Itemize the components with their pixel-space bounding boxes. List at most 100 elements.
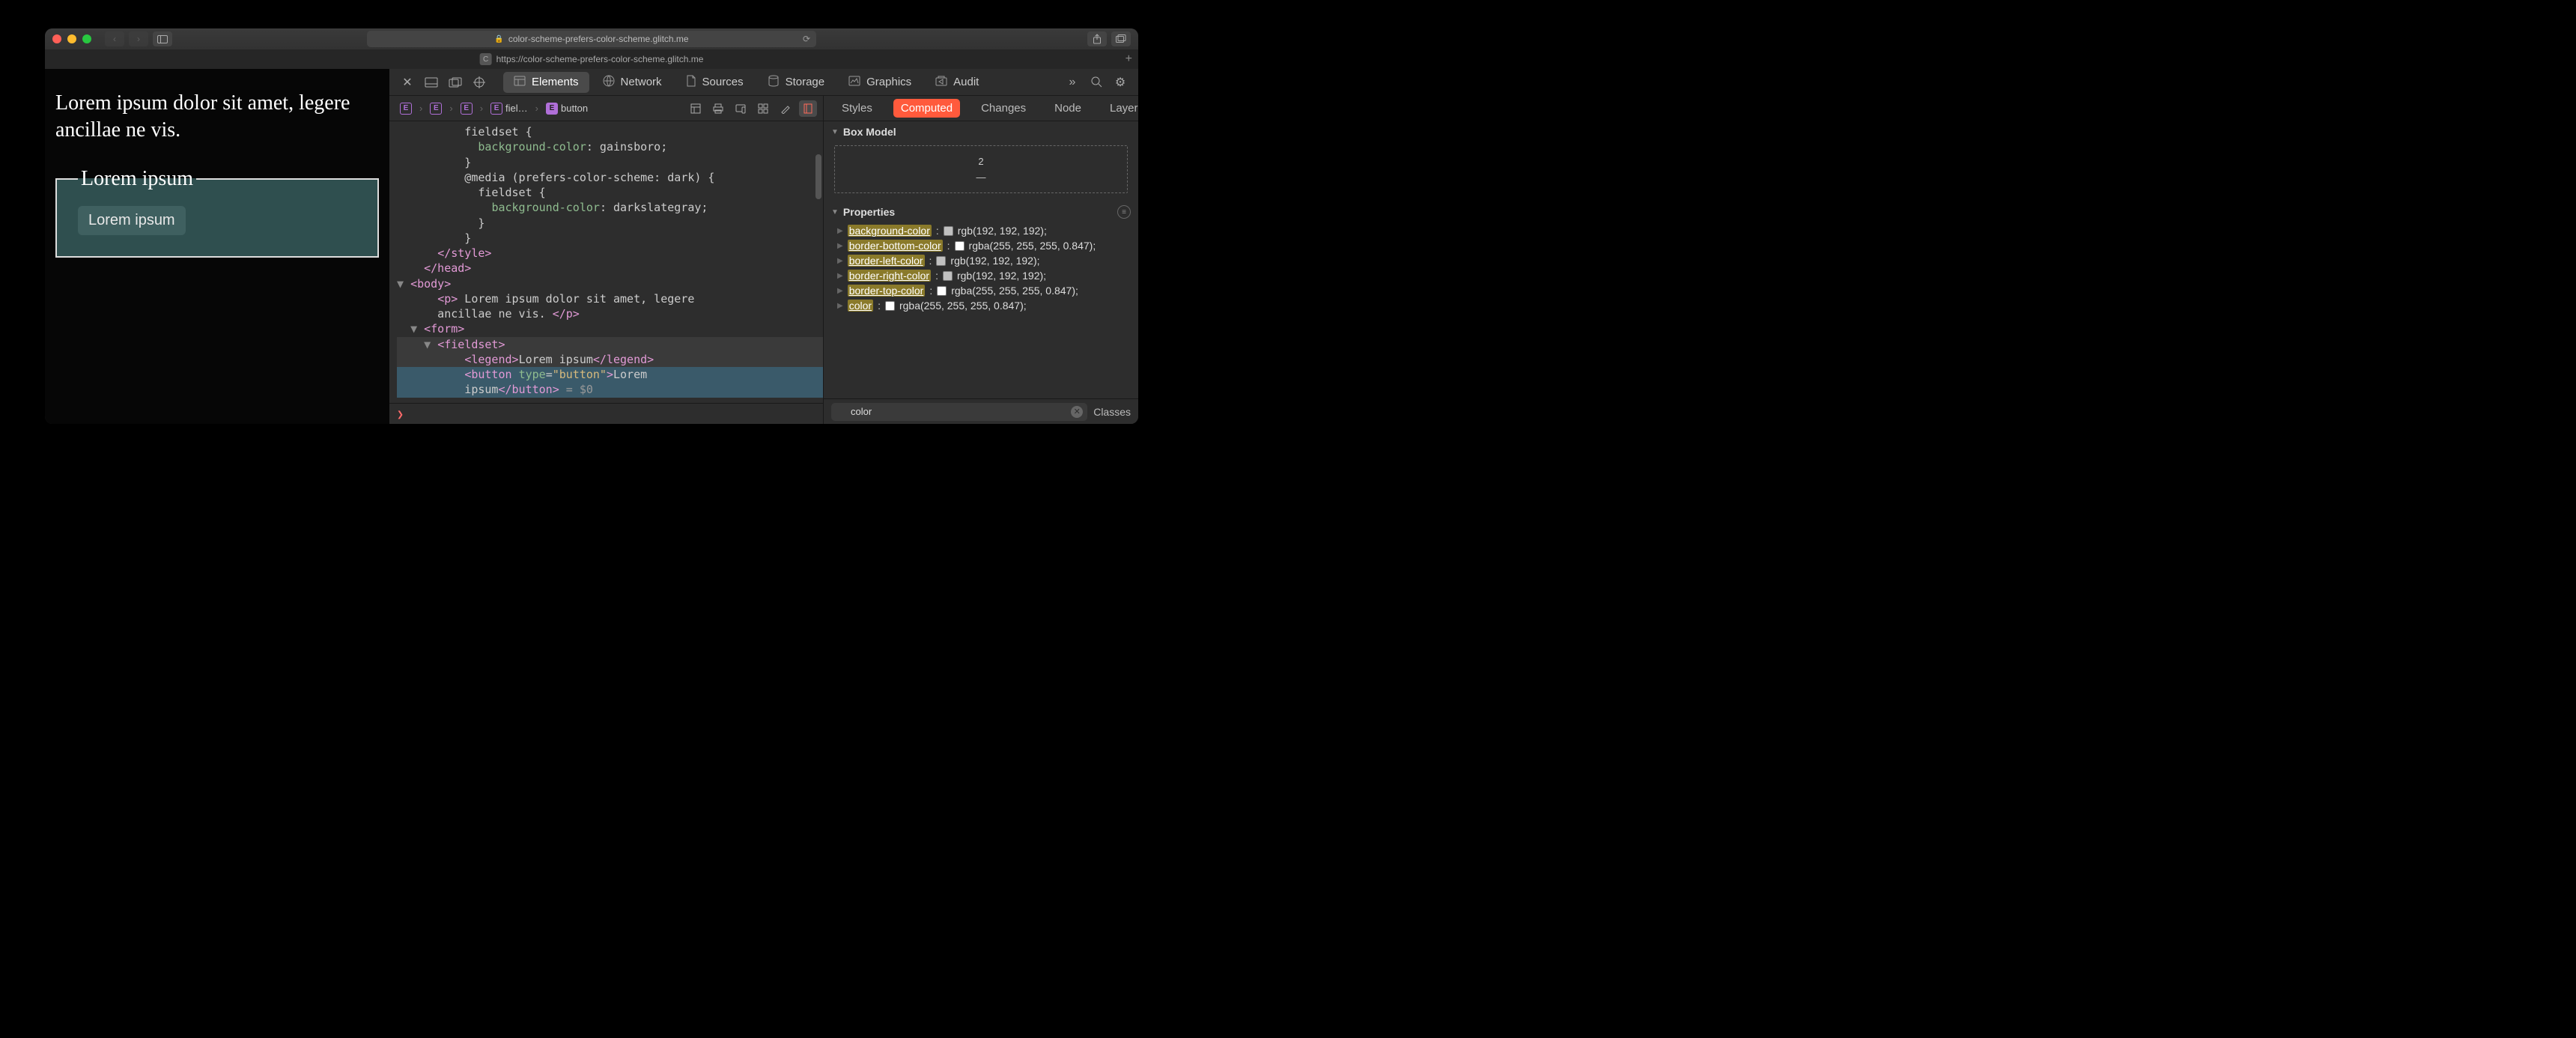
computed-property[interactable]: ▶border-right-color: rgb(192, 192, 192); bbox=[824, 268, 1138, 283]
computed-property[interactable]: ▶color: rgba(255, 255, 255, 0.847); bbox=[824, 298, 1138, 313]
tabs-button[interactable] bbox=[1111, 31, 1131, 46]
dom-line[interactable]: fieldset { bbox=[397, 124, 823, 139]
box-model-diagram[interactable]: 2 — bbox=[834, 145, 1128, 193]
devtools-tab-graphics[interactable]: Graphics bbox=[838, 72, 922, 93]
dom-line[interactable]: ancillae ne vis. </p> bbox=[397, 306, 823, 321]
dom-line[interactable]: ipsum</button> = $0 bbox=[397, 382, 823, 397]
audit-icon bbox=[935, 76, 947, 89]
page-fieldset: Lorem ipsum Lorem ipsum bbox=[55, 167, 379, 258]
dom-line[interactable]: fieldset { bbox=[397, 185, 823, 200]
sidebar-tab-styles[interactable]: Styles bbox=[834, 99, 880, 118]
filter-icon[interactable]: ≡ bbox=[1117, 205, 1131, 219]
element-badge: E bbox=[400, 103, 412, 115]
reload-button[interactable]: ⟳ bbox=[803, 34, 810, 44]
sidebar-tab-changes[interactable]: Changes bbox=[973, 99, 1033, 118]
devtools-tab-sources[interactable]: Sources bbox=[675, 72, 754, 93]
url-text: color-scheme-prefers-color-scheme.glitch… bbox=[508, 34, 689, 44]
dock-popout-icon[interactable] bbox=[445, 73, 466, 92]
computed-property[interactable]: ▶border-left-color: rgb(192, 192, 192); bbox=[824, 253, 1138, 268]
color-swatch[interactable] bbox=[955, 241, 965, 251]
titlebar: ‹ › 🔒 color-scheme-prefers-color-scheme.… bbox=[45, 28, 1138, 49]
dom-line[interactable]: ▼ <form> bbox=[397, 321, 823, 336]
sidebar-tab-node[interactable]: Node bbox=[1047, 99, 1089, 118]
share-button[interactable] bbox=[1087, 31, 1107, 46]
dom-line[interactable]: } bbox=[397, 216, 823, 231]
device-icon[interactable] bbox=[732, 100, 750, 117]
dom-line[interactable]: background-color: darkslategray; bbox=[397, 200, 823, 215]
paint-icon[interactable] bbox=[777, 100, 795, 117]
breadcrumb-item[interactable]: Ebutton bbox=[541, 101, 592, 116]
dom-line[interactable]: background-color: gainsboro; bbox=[397, 139, 823, 154]
dom-line[interactable]: <p> Lorem ipsum dolor sit amet, legere bbox=[397, 291, 823, 306]
devtools-tab-storage[interactable]: Storage bbox=[757, 72, 836, 93]
dom-line[interactable]: @media (prefers-color-scheme: dark) { bbox=[397, 170, 823, 185]
close-devtools-button[interactable]: ✕ bbox=[397, 73, 418, 92]
print-icon[interactable] bbox=[709, 100, 727, 117]
computed-property[interactable]: ▶border-bottom-color: rgba(255, 255, 255… bbox=[824, 238, 1138, 253]
breadcrumb-item[interactable]: Efiel… bbox=[486, 101, 532, 116]
dom-line[interactable]: </style> bbox=[397, 246, 823, 261]
lock-icon: 🔒 bbox=[494, 35, 503, 43]
computed-property[interactable]: ▶border-top-color: rgba(255, 255, 255, 0… bbox=[824, 283, 1138, 298]
classes-toggle[interactable]: Classes bbox=[1093, 406, 1131, 418]
page-button[interactable]: Lorem ipsum bbox=[78, 206, 186, 235]
tab-title[interactable]: https://color-scheme-prefers-color-schem… bbox=[496, 54, 704, 64]
dom-line[interactable]: } bbox=[397, 231, 823, 246]
address-bar[interactable]: 🔒 color-scheme-prefers-color-scheme.glit… bbox=[367, 31, 816, 47]
layout-tree-icon[interactable] bbox=[687, 100, 705, 117]
computed-property[interactable]: ▶background-color: rgb(192, 192, 192); bbox=[824, 223, 1138, 238]
filter-input[interactable] bbox=[831, 403, 1087, 421]
devtools-tabs: ElementsNetworkSourcesStorageGraphicsAud… bbox=[503, 72, 989, 93]
dom-line[interactable]: } bbox=[397, 155, 823, 170]
devtools-tab-audit[interactable]: Audit bbox=[925, 72, 989, 93]
devtools-tab-network[interactable]: Network bbox=[592, 72, 672, 93]
grid-icon[interactable] bbox=[754, 100, 772, 117]
elements-panel: E›E›E›Efiel…›Ebutton fieldset bbox=[389, 96, 824, 424]
dom-line[interactable]: ▼ <fieldset> bbox=[397, 337, 823, 352]
box-model-section[interactable]: ▼ Box Model bbox=[824, 121, 1138, 142]
search-icon[interactable] bbox=[1086, 73, 1107, 92]
color-swatch[interactable] bbox=[943, 271, 953, 281]
sidebar-tab-computed[interactable]: Computed bbox=[893, 99, 960, 118]
sidebar-toggle-button[interactable] bbox=[153, 31, 172, 46]
breadcrumb-item[interactable]: E bbox=[425, 101, 446, 116]
dom-tree[interactable]: fieldset { background-color: gainsboro; … bbox=[389, 121, 823, 403]
devtools: ✕ ElementsNetworkSourcesStorageGraphicsA… bbox=[389, 69, 1138, 424]
settings-gear-icon[interactable]: ⚙ bbox=[1110, 73, 1131, 92]
dom-line[interactable]: <button type="button">Lorem bbox=[397, 367, 823, 382]
dom-line[interactable]: <legend>Lorem ipsum</legend> bbox=[397, 352, 823, 367]
devtools-toolbar: ✕ ElementsNetworkSourcesStorageGraphicsA… bbox=[389, 69, 1138, 96]
dom-line[interactable]: </head> bbox=[397, 261, 823, 276]
forward-button[interactable]: › bbox=[129, 31, 148, 46]
scrollbar[interactable] bbox=[815, 154, 821, 199]
dom-line[interactable]: ▼ <body> bbox=[397, 276, 823, 291]
sources-icon bbox=[686, 75, 696, 90]
close-window-button[interactable] bbox=[52, 34, 61, 43]
property-value: rgba(255, 255, 255, 0.847); bbox=[951, 285, 1078, 297]
dock-bottom-icon[interactable] bbox=[421, 73, 442, 92]
zoom-window-button[interactable] bbox=[82, 34, 91, 43]
element-picker-icon[interactable] bbox=[469, 73, 490, 92]
compositing-icon[interactable] bbox=[799, 100, 817, 117]
overflow-icon[interactable]: » bbox=[1062, 73, 1083, 92]
disclosure-triangle-icon: ▶ bbox=[837, 227, 843, 235]
breadcrumb-item[interactable]: E bbox=[456, 101, 477, 116]
clear-filter-button[interactable]: ✕ bbox=[1071, 406, 1083, 418]
breadcrumb-item[interactable]: E bbox=[395, 101, 416, 116]
color-swatch[interactable] bbox=[937, 286, 947, 296]
disclosure-triangle-icon: ▶ bbox=[837, 302, 843, 310]
minimize-window-button[interactable] bbox=[67, 34, 76, 43]
styles-sidebar: Styles Computed Changes Node Layers ▼ Box Mo… bbox=[824, 96, 1138, 424]
dom-breadcrumb: E›E›E›Efiel…›Ebutton bbox=[389, 96, 823, 121]
back-button[interactable]: ‹ bbox=[105, 31, 124, 46]
console-prompt[interactable]: ❯ bbox=[389, 403, 823, 424]
color-swatch[interactable] bbox=[944, 226, 953, 236]
sidebar-tab-layers[interactable]: Layers bbox=[1102, 99, 1138, 118]
color-swatch[interactable] bbox=[885, 301, 895, 311]
new-tab-button[interactable]: + bbox=[1126, 52, 1132, 66]
properties-section[interactable]: ▼ Properties ≡ bbox=[824, 201, 1138, 223]
devtools-tab-elements[interactable]: Elements bbox=[503, 72, 589, 93]
favicon: C bbox=[480, 53, 492, 65]
color-swatch[interactable] bbox=[936, 256, 946, 266]
page-paragraph: Lorem ipsum dolor sit amet, legere ancil… bbox=[55, 90, 379, 145]
